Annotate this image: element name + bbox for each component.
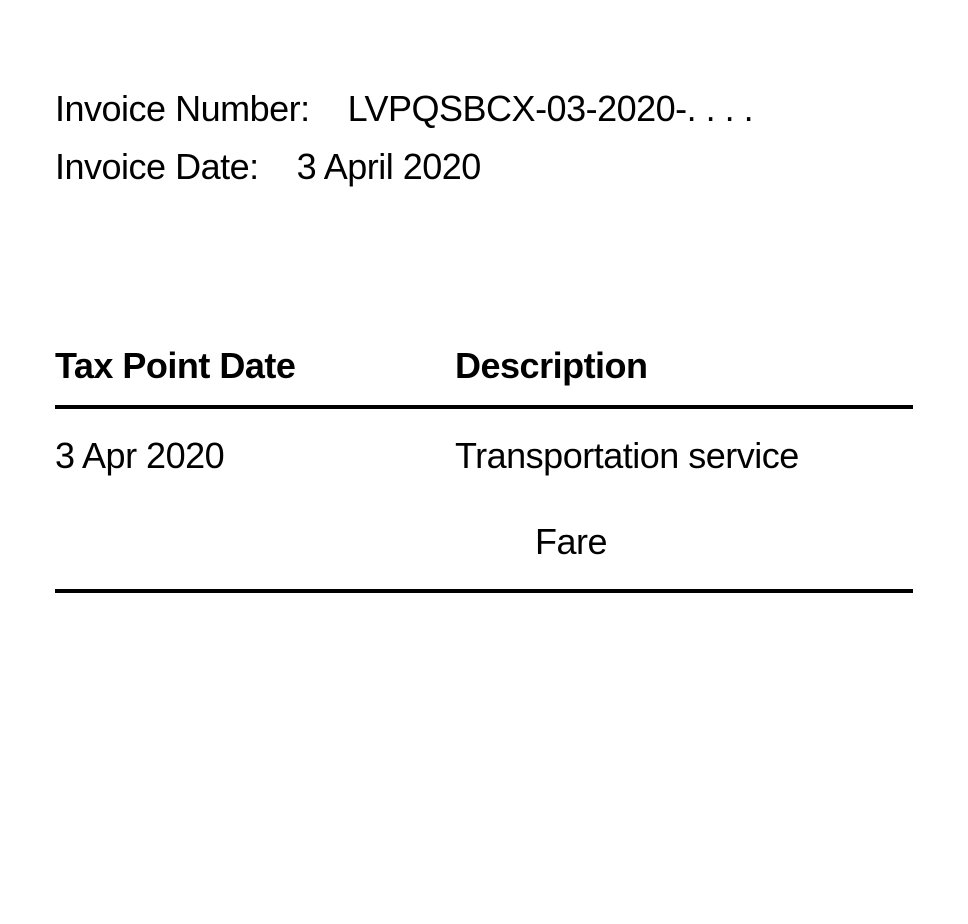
invoice-number-label: Invoice Number:: [55, 88, 310, 129]
invoice-meta-block: Invoice Number: LVPQSBCX-03-2020-. . . .…: [55, 80, 913, 195]
table-row: 3 Apr 2020 Transportation service Fare: [55, 409, 913, 589]
line-items-table: Tax Point Date Description 3 Apr 2020 Tr…: [55, 345, 913, 593]
invoice-date-value: 3 April 2020: [297, 146, 481, 187]
invoice-number-line: Invoice Number: LVPQSBCX-03-2020-. . . .: [55, 80, 913, 138]
header-tax-point-date: Tax Point Date: [55, 345, 455, 387]
invoice-number-value: LVPQSBCX-03-2020-. . . .: [348, 88, 754, 129]
description-main: Transportation service: [455, 435, 913, 477]
cell-tax-point-date: 3 Apr 2020: [55, 435, 455, 563]
table-header-row: Tax Point Date Description: [55, 345, 913, 409]
invoice-date-label: Invoice Date:: [55, 146, 259, 187]
description-sub: Fare: [455, 521, 913, 563]
table-body: 3 Apr 2020 Transportation service Fare: [55, 409, 913, 593]
header-description: Description: [455, 345, 913, 387]
invoice-date-line: Invoice Date: 3 April 2020: [55, 138, 913, 196]
cell-description: Transportation service Fare: [455, 435, 913, 563]
